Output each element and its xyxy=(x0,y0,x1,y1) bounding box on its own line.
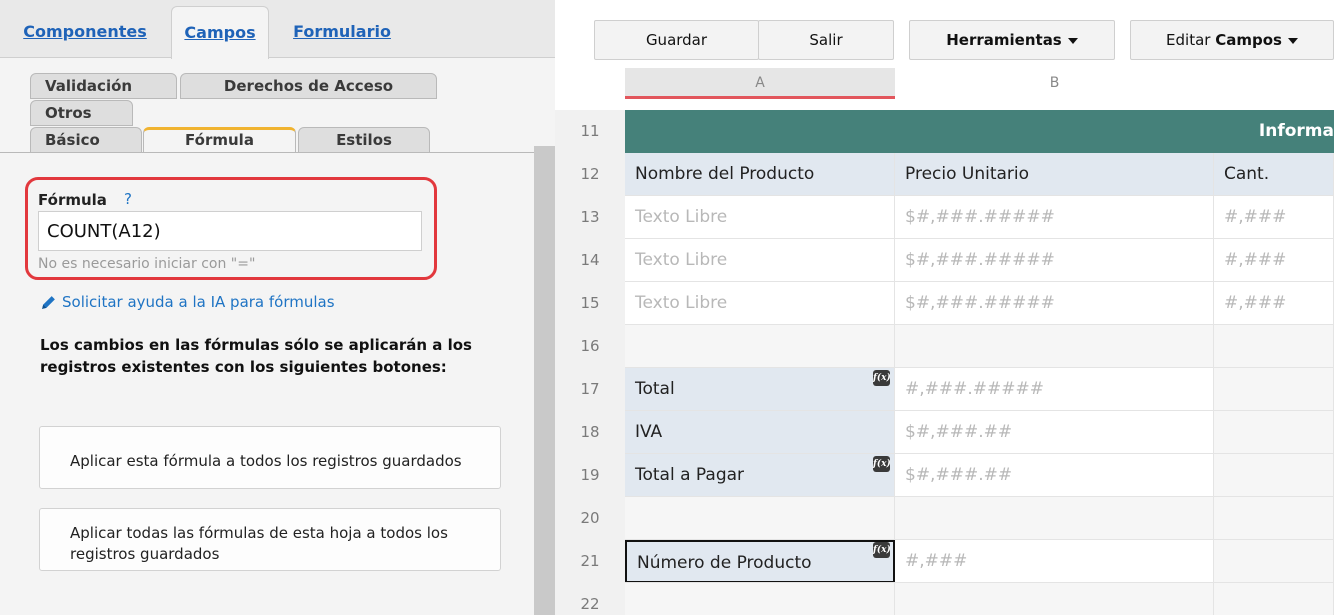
cell-b[interactable]: $#,###.##### xyxy=(895,282,1214,325)
cell-c[interactable] xyxy=(1214,583,1334,615)
cell-a[interactable]: Nombre del Producto xyxy=(625,153,895,196)
subtab-derechos-de-acceso[interactable]: Derechos de Acceso xyxy=(180,73,437,99)
apply-formula-all-records-button[interactable]: Aplicar esta fórmula a todos los registr… xyxy=(39,426,501,489)
formula-help-icon[interactable]: ? xyxy=(124,190,132,208)
formula-label: Fórmula xyxy=(38,191,107,209)
cell-c[interactable]: Cant. xyxy=(1214,153,1334,196)
tab-formulario[interactable]: Formulario xyxy=(280,6,404,59)
row-number[interactable]: 17 xyxy=(555,368,625,411)
row-number[interactable]: 21 xyxy=(555,540,625,583)
cell-b[interactable] xyxy=(895,583,1214,615)
cell-a[interactable]: Texto Libre xyxy=(625,239,895,282)
row-number[interactable]: 13 xyxy=(555,196,625,239)
cell-a[interactable]: Número de Producto xyxy=(625,540,895,583)
cell-a[interactable]: Total xyxy=(625,368,895,411)
caret-down-icon xyxy=(1067,37,1078,44)
cell-a[interactable] xyxy=(625,583,895,615)
cell-b[interactable]: $#,###.## xyxy=(895,411,1214,454)
cell-c[interactable] xyxy=(1214,411,1334,454)
tab-componentes[interactable]: Componentes xyxy=(14,6,156,59)
cell-c[interactable] xyxy=(1214,454,1334,497)
row-number[interactable]: 16 xyxy=(555,325,625,368)
edit-fields-dropdown-button[interactable]: Editar Campos xyxy=(1130,20,1334,60)
cell-a[interactable]: IVA xyxy=(625,411,895,454)
formula-input[interactable] xyxy=(38,211,422,251)
ai-help-link[interactable]: Solicitar ayuda a la IA para fórmulas xyxy=(40,293,335,311)
section-header-cell[interactable]: Informa xyxy=(625,110,1334,153)
subtab-formula[interactable]: Fórmula xyxy=(143,127,296,153)
cell-b[interactable]: $#,###.##### xyxy=(895,196,1214,239)
row-number[interactable]: 11 xyxy=(555,110,625,153)
apply-all-formulas-button[interactable]: Aplicar todas las fórmulas de esta hoja … xyxy=(39,508,501,571)
tab-divider xyxy=(0,152,534,153)
ai-help-link-label: Solicitar ayuda a la IA para fórmulas xyxy=(62,293,335,311)
tools-dropdown-button[interactable]: Herramientas xyxy=(909,20,1115,60)
subtab-basico[interactable]: Básico xyxy=(30,127,142,153)
cell-c[interactable]: #,### xyxy=(1214,239,1334,282)
pencil-icon xyxy=(42,295,55,309)
cell-b[interactable]: $#,###.##### xyxy=(895,239,1214,282)
caret-down-icon xyxy=(1287,37,1298,44)
cell-b[interactable] xyxy=(895,325,1214,368)
edit-fields-label: Campos xyxy=(1215,31,1282,49)
row-number[interactable]: 20 xyxy=(555,497,625,540)
cell-a[interactable] xyxy=(625,497,895,540)
field-properties-panel: Componentes Campos Formulario Validación… xyxy=(0,0,555,615)
cell-c[interactable] xyxy=(1214,497,1334,540)
formula-warning-text: Los cambios en las fórmulas sólo se apli… xyxy=(40,336,472,376)
cell-c[interactable] xyxy=(1214,368,1334,411)
subtab-validacion[interactable]: Validación xyxy=(30,73,177,99)
formula-fx-icon: f(x) xyxy=(873,542,891,558)
cell-c[interactable] xyxy=(1214,325,1334,368)
formula-fx-icon: f(x) xyxy=(873,370,891,386)
formula-fx-icon: f(x) xyxy=(873,456,891,472)
app-root: Componentes Campos Formulario Validación… xyxy=(0,0,1334,615)
exit-button[interactable]: Salir xyxy=(758,20,894,60)
panel-scrollbar[interactable] xyxy=(534,146,555,615)
tools-label: Herramientas xyxy=(946,31,1062,49)
row-number[interactable]: 22 xyxy=(555,583,625,615)
column-header-a[interactable]: A xyxy=(625,68,895,99)
subtab-otros[interactable]: Otros xyxy=(30,100,133,126)
row-number[interactable]: 19 xyxy=(555,454,625,497)
cell-b[interactable]: #,### xyxy=(895,540,1214,583)
row-number[interactable]: 18 xyxy=(555,411,625,454)
column-header-b[interactable]: B xyxy=(895,68,1214,99)
cell-c[interactable]: #,### xyxy=(1214,282,1334,325)
row-number[interactable]: 15 xyxy=(555,282,625,325)
cell-a[interactable]: Texto Libre xyxy=(625,196,895,239)
row-number[interactable]: 14 xyxy=(555,239,625,282)
cell-c[interactable] xyxy=(1214,540,1334,583)
cell-c[interactable]: #,### xyxy=(1214,196,1334,239)
top-tab-bar: Componentes Campos Formulario xyxy=(0,0,555,59)
row-number[interactable]: 12 xyxy=(555,153,625,196)
tab-campos[interactable]: Campos xyxy=(171,6,269,59)
cell-b[interactable]: Precio Unitario xyxy=(895,153,1214,196)
save-button[interactable]: Guardar xyxy=(594,20,759,60)
cell-a[interactable]: Total a Pagar xyxy=(625,454,895,497)
cell-a[interactable]: Texto Libre xyxy=(625,282,895,325)
cell-b[interactable]: #,###.##### xyxy=(895,368,1214,411)
cell-b[interactable] xyxy=(895,497,1214,540)
edit-label: Editar xyxy=(1166,31,1211,49)
formula-hint: No es necesario iniciar con "=" xyxy=(38,256,256,272)
cell-b[interactable]: $#,###.## xyxy=(895,454,1214,497)
subtab-estilos[interactable]: Estilos xyxy=(298,127,430,153)
cell-a[interactable] xyxy=(625,325,895,368)
